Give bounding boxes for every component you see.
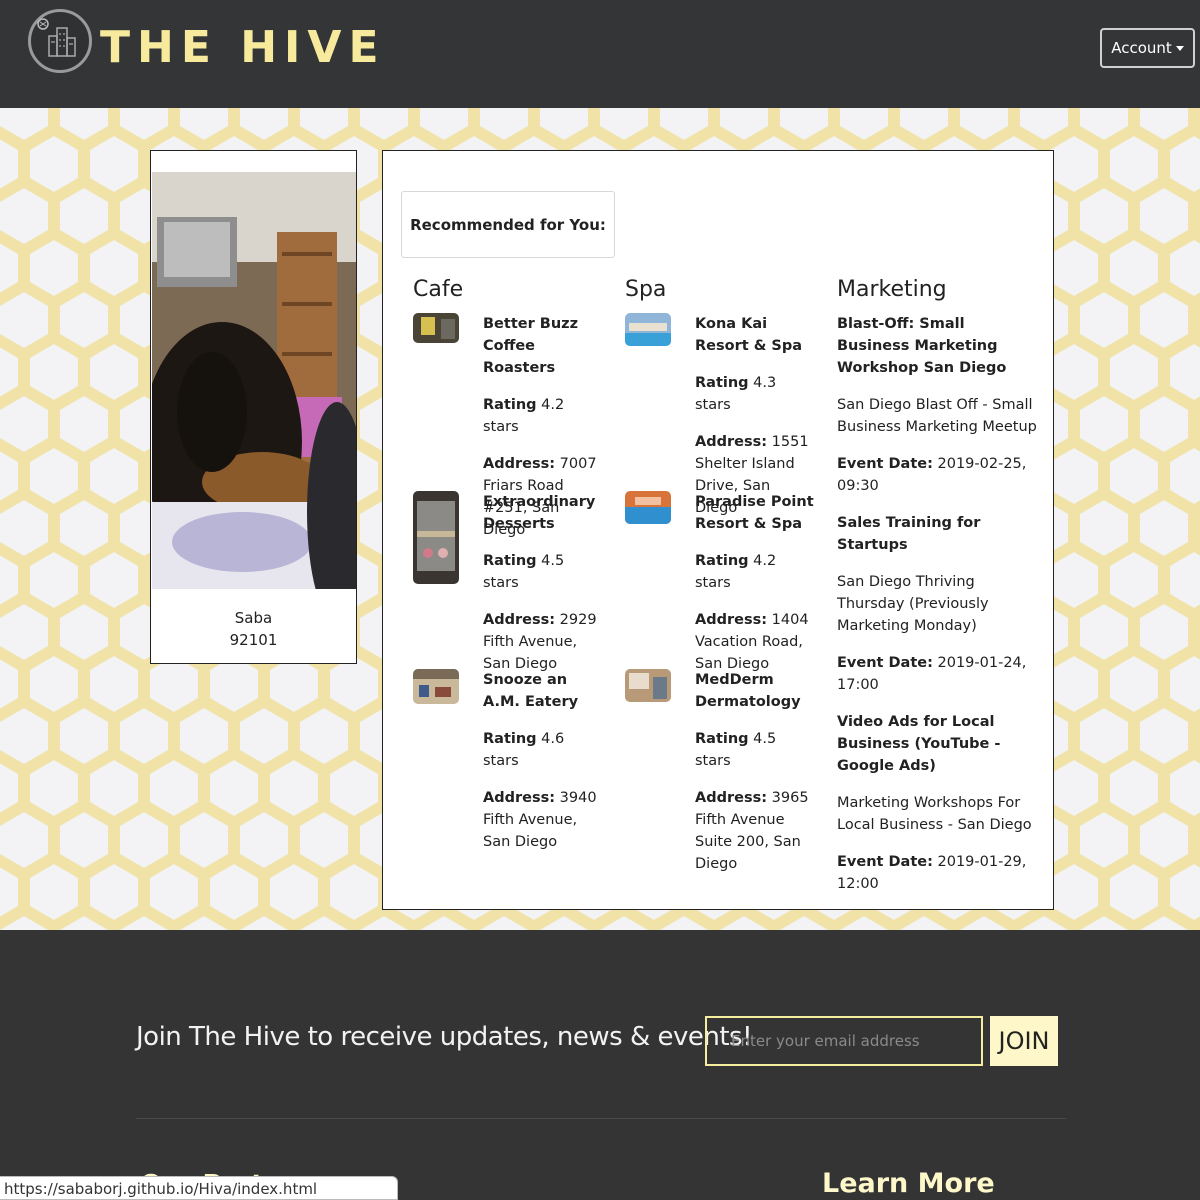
business-rating: Rating 4.5 stars: [483, 550, 603, 594]
caret-down-icon: [1175, 45, 1184, 51]
profile-photo: [152, 172, 356, 589]
footer-divider: [136, 1118, 1066, 1119]
event-title[interactable]: Video Ads for Local Business (YouTube - …: [837, 711, 1037, 777]
business-name[interactable]: Paradise Point Resort & Spa: [695, 491, 815, 535]
rating-label: Rating: [695, 731, 749, 747]
address-label: Address:: [695, 612, 768, 628]
spa-item-2[interactable]: Paradise Point Resort & Spa Rating 4.2 s…: [695, 491, 815, 690]
newsletter-text: Join The Hive to receive updates, news &…: [136, 1022, 753, 1052]
recommended-heading: Recommended for You:: [401, 191, 615, 258]
event-date-label: Event Date:: [837, 456, 933, 472]
business-address: Address: 2929 Fifth Avenue, San Diego: [483, 609, 603, 675]
rating-label: Rating: [483, 553, 537, 569]
spa-item-3[interactable]: MedDerm Dermatology Rating 4.5 stars Add…: [695, 669, 815, 890]
marketing-column-title: Marketing: [837, 277, 947, 302]
business-address: Address: 1404 Vacation Road, San Diego: [695, 609, 815, 675]
marketing-events-list: Blast-Off: Small Business Marketing Work…: [837, 313, 1037, 910]
cafe-column-title: Cafe: [413, 277, 464, 302]
profile-zip: 92101: [229, 631, 278, 649]
spa-thumb-1[interactable]: [625, 313, 671, 346]
event-group: San Diego Thriving Thursday (Previously …: [837, 574, 989, 634]
recommendations-panel: Recommended for You: Cafe Better Buzz Co…: [382, 150, 1054, 910]
cafe-thumb-3[interactable]: [413, 669, 459, 704]
business-name[interactable]: Snooze an A.M. Eatery: [483, 669, 603, 713]
event-title[interactable]: Sales Training for Startups: [837, 512, 1037, 556]
business-rating: Rating 4.3 stars: [695, 372, 815, 416]
cafe-thumb-2[interactable]: [413, 491, 459, 584]
business-rating: Rating 4.5 stars: [695, 728, 815, 772]
status-bar-url: https://sababorj.github.io/Hiva/index.ht…: [0, 1176, 398, 1200]
business-rating: Rating 4.6 stars: [483, 728, 603, 772]
business-address: Address: 3940 Fifth Avenue, San Diego: [483, 787, 603, 853]
event-date-label: Event Date:: [837, 854, 933, 870]
event-date-label: Event Date:: [837, 655, 933, 671]
spa-thumb-2[interactable]: [625, 491, 671, 524]
event-group: San Diego Blast Off - Small Business Mar…: [837, 397, 1037, 435]
business-rating: Rating 4.2 stars: [483, 394, 603, 438]
address-label: Address:: [695, 434, 768, 450]
event-date: Event Date: 2019-01-29, 12:00: [837, 851, 1037, 895]
event-title[interactable]: Blast-Off: Small Business Marketing Work…: [837, 313, 1037, 379]
rating-label: Rating: [483, 731, 537, 747]
learn-more-heading: Learn More: [822, 1168, 995, 1199]
business-name[interactable]: Kona Kai Resort & Spa: [695, 313, 815, 357]
rating-label: Rating: [695, 553, 749, 569]
brand-title[interactable]: THE HIVE: [100, 22, 386, 73]
cafe-item-2[interactable]: Extraordinary Desserts Rating 4.5 stars …: [483, 491, 603, 690]
business-address: Address: 3965 Fifth Avenue Suite 200, Sa…: [695, 787, 815, 875]
top-navbar: THE HIVE Account: [0, 0, 1200, 108]
footer: Join The Hive to receive updates, news &…: [0, 930, 1200, 1200]
address-label: Address:: [695, 790, 768, 806]
address-label: Address:: [483, 612, 556, 628]
hive-logo-icon[interactable]: [28, 9, 92, 73]
spa-thumb-3[interactable]: [625, 669, 671, 702]
address-label: Address:: [483, 790, 556, 806]
join-button[interactable]: JOIN: [990, 1016, 1058, 1066]
address-label: Address:: [483, 456, 556, 472]
spa-column-title: Spa: [625, 277, 667, 302]
business-name[interactable]: MedDerm Dermatology: [695, 669, 815, 713]
business-rating: Rating 4.2 stars: [695, 550, 815, 594]
business-name[interactable]: Better Buzz Coffee Roasters: [483, 313, 603, 379]
email-input[interactable]: [705, 1016, 983, 1066]
event-date: Event Date: 2019-01-24, 17:00: [837, 652, 1037, 696]
account-dropdown-button[interactable]: Account: [1100, 28, 1195, 68]
profile-name: Saba: [234, 609, 273, 627]
profile-card: Saba 92101: [150, 150, 357, 664]
cafe-item-3[interactable]: Snooze an A.M. Eatery Rating 4.6 stars A…: [483, 669, 603, 868]
cafe-thumb-1[interactable]: [413, 313, 459, 343]
honeycomb-background: Saba 92101 Recommended for You: Cafe Bet…: [0, 108, 1200, 930]
business-name[interactable]: Extraordinary Desserts: [483, 491, 603, 535]
rating-label: Rating: [483, 397, 537, 413]
rating-label: Rating: [695, 375, 749, 391]
account-label: Account: [1111, 39, 1172, 57]
event-group: Marketing Workshops For Local Business -…: [837, 795, 1032, 833]
event-date: Event Date: 2019-02-25, 09:30: [837, 453, 1037, 497]
